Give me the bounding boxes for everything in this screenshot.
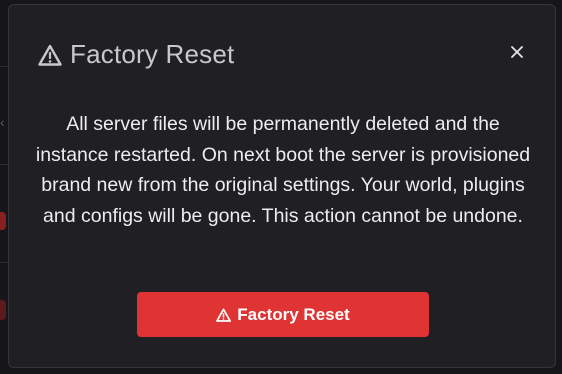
background-chevron-icon: ‹ <box>0 114 5 130</box>
background-status-marker <box>0 212 6 230</box>
factory-reset-button[interactable]: Factory Reset <box>137 292 429 337</box>
close-icon[interactable] <box>509 44 525 60</box>
factory-reset-button-label: Factory Reset <box>237 304 350 324</box>
warning-triangle-icon <box>216 308 232 322</box>
dialog-message: All server files will be permanently del… <box>35 113 531 227</box>
factory-reset-dialog: Factory Reset All server files will be p… <box>8 4 556 368</box>
warning-triangle-icon <box>38 44 62 66</box>
dialog-title: Factory Reset <box>70 39 235 69</box>
background-status-marker <box>0 300 6 320</box>
dialog-header: Factory Reset <box>38 39 234 70</box>
